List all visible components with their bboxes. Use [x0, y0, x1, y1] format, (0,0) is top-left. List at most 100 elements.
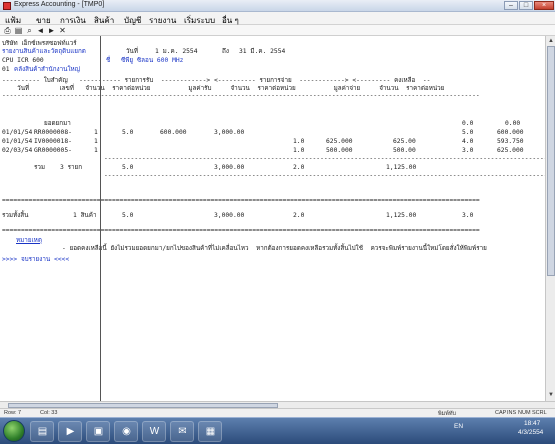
folder-icon[interactable]: ▤ [30, 421, 54, 442]
grand-total-count: 1 สินค้า [73, 212, 97, 219]
media-icon[interactable]: ▶ [58, 421, 82, 442]
ins-indicator: INS [507, 410, 517, 416]
print-preview-icon[interactable]: ▤ [14, 26, 23, 35]
opening-price: 0.00 [505, 120, 521, 127]
grand-in-value: 3,000.00 [214, 212, 245, 219]
maximize-button[interactable]: □ [519, 1, 533, 10]
row-out-qty: 1.0 [293, 147, 305, 154]
date-to-label: ถึง [222, 48, 229, 55]
explorer-icon[interactable]: ▣ [86, 421, 110, 442]
subtotal-count: 3 รายก [60, 164, 83, 171]
printer-icon[interactable]: ⎙ [3, 26, 12, 35]
row-out-price: 625.000 [326, 138, 353, 145]
start-button[interactable] [3, 420, 25, 442]
row-doc: RR0000008- [34, 129, 72, 136]
minimize-button[interactable]: – [504, 1, 518, 10]
subtotal-out-value: 1,125.00 [386, 164, 417, 171]
clock-time[interactable]: 18:47 [524, 420, 540, 427]
menu-bar: แฟ้ม ขาย การเงิน สินค้า บัญชี รายงาน เริ… [0, 12, 555, 25]
column-header: วันที่ เลขที่ จำนวน ราคาต่อหน่วย มูลค่าร… [2, 85, 445, 92]
warehouse-code: 01 [2, 66, 10, 73]
warehouse-name: คลังสินค้าสำนักงานใหญ่ [14, 66, 81, 73]
row-bal-price: 600.000 [497, 129, 524, 136]
caps-indicator: CAP [495, 410, 507, 416]
subtotal-out-qty: 2.0 [293, 164, 305, 171]
row-indicator: Row: 7 [4, 410, 22, 416]
accounting-icon[interactable]: ▦ [198, 421, 222, 442]
grand-out-value: 1,125.00 [386, 212, 417, 219]
horizontal-scrollbar[interactable] [0, 401, 555, 408]
row-bal-qty: 4.0 [462, 138, 474, 145]
row-out-value: 625.00 [393, 138, 416, 145]
opening-qty: 0.0 [462, 120, 474, 127]
close-report-icon[interactable]: ✕ [58, 26, 67, 35]
previous-page-icon[interactable]: ◄ [36, 26, 45, 35]
scrl-indicator: SCRL [532, 410, 547, 416]
window-titlebar: Express Accounting - [TMP0] – □ × [0, 0, 555, 12]
mail-icon[interactable]: ✉ [170, 421, 194, 442]
row-line: 1 [94, 147, 98, 154]
report-view: บริษัท เอ็กซ์เพรสซอฟท์แวร์ รายงานสินค้าแ… [0, 36, 555, 401]
row-out-value: 500.00 [393, 147, 416, 154]
window-title: Express Accounting - [TMP0] [14, 1, 105, 8]
toolbar: ⎙ ▤ ⌕ ◄ ► ✕ [0, 25, 555, 36]
num-indicator: NUM [518, 410, 531, 416]
next-page-icon[interactable]: ► [47, 26, 56, 35]
col-indicator: Col: 33 [40, 410, 58, 416]
status-bar: Row: 7 Col: 33 พิมพ์ทับ CAP INS NUM SCRL [0, 408, 555, 417]
row-in-price: 600.000 [160, 129, 187, 136]
row-line: 1 [94, 138, 98, 145]
subtotal-in-value: 3,000.00 [214, 164, 245, 171]
close-button[interactable]: × [534, 1, 554, 10]
scroll-up-icon[interactable]: ▲ [547, 37, 555, 45]
item-name-prefix: ชื่ [106, 57, 111, 64]
item-name: ซีพียู ซิลอน 600 MHz [121, 57, 184, 64]
subtotal-label: รวม [34, 164, 46, 171]
header-separator: ----------------------------------------… [2, 92, 480, 99]
row-date: 02/03/54 [2, 147, 33, 154]
word-icon[interactable]: W [142, 421, 166, 442]
company-name: บริษัท เอ็กซ์เพรสซอฟท์แวร์ [2, 40, 77, 47]
row-out-price: 500.000 [326, 147, 353, 154]
row-bal-qty: 5.0 [462, 129, 474, 136]
date-label: วันที่ [126, 48, 138, 55]
column-divider [100, 36, 101, 401]
item-code: CPU ICR 600 [2, 57, 44, 64]
row-doc: IV0000018- [34, 138, 72, 145]
scroll-thumb[interactable] [547, 46, 555, 276]
row-bal-qty: 3.0 [462, 147, 474, 154]
column-header-group: ---------- ใบสำคัญ ----------- รายการรับ… [2, 77, 431, 84]
note-text: - ยอดคงเหลือนี้ ยังไม่รวมยอดยกมา/ยกไปของ… [62, 245, 487, 252]
chrome-icon[interactable]: ◉ [114, 421, 138, 442]
end-of-report: >>>> จบรายงาน <<<< [2, 256, 70, 263]
grand-total-separator-bottom: ========================================… [2, 227, 480, 234]
row-doc: GR0000005- [34, 147, 72, 154]
app-icon [3, 2, 11, 10]
row-bal-price: 593.750 [497, 138, 524, 145]
opening-label: ยอดยกมา [44, 120, 71, 127]
grand-total-label: รวมทั้งสิ้น [2, 212, 29, 219]
grand-out-qty: 2.0 [293, 212, 305, 219]
row-in-qty: 5.0 [122, 129, 134, 136]
subtotal-end-separator: ----------------------------------------… [104, 172, 555, 179]
subtotal-separator: ----------------------------------------… [104, 155, 555, 162]
find-icon[interactable]: ⌕ [25, 26, 34, 35]
row-date: 01/01/54 [2, 129, 33, 136]
scroll-down-icon[interactable]: ▼ [547, 391, 555, 399]
row-in-value: 3,000.00 [214, 129, 245, 136]
taskbar: ▤ ▶ ▣ ◉ W ✉ ▦ EN 18:47 4/3/2554 [0, 417, 555, 444]
language-indicator[interactable]: EN [454, 423, 463, 430]
row-date: 01/01/54 [2, 138, 33, 145]
date-to: 31 มี.ค. 2554 [239, 48, 286, 55]
row-line: 1 [94, 129, 98, 136]
row-bal-price: 625.000 [497, 147, 524, 154]
grand-in-qty: 5.0 [122, 212, 134, 219]
vertical-scrollbar[interactable]: ▲ ▼ [545, 36, 555, 401]
note-label: หมายเหตุ [16, 237, 42, 244]
clock-date[interactable]: 4/3/2554 [518, 429, 543, 436]
grand-total-separator-top: ========================================… [2, 197, 480, 204]
row-out-qty: 1.0 [293, 138, 305, 145]
date-from: 1 ม.ค. 2554 [155, 48, 198, 55]
report-title: รายงานสินค้าและวัตถุดิบแยกต [2, 48, 86, 55]
subtotal-in-qty: 5.0 [122, 164, 134, 171]
